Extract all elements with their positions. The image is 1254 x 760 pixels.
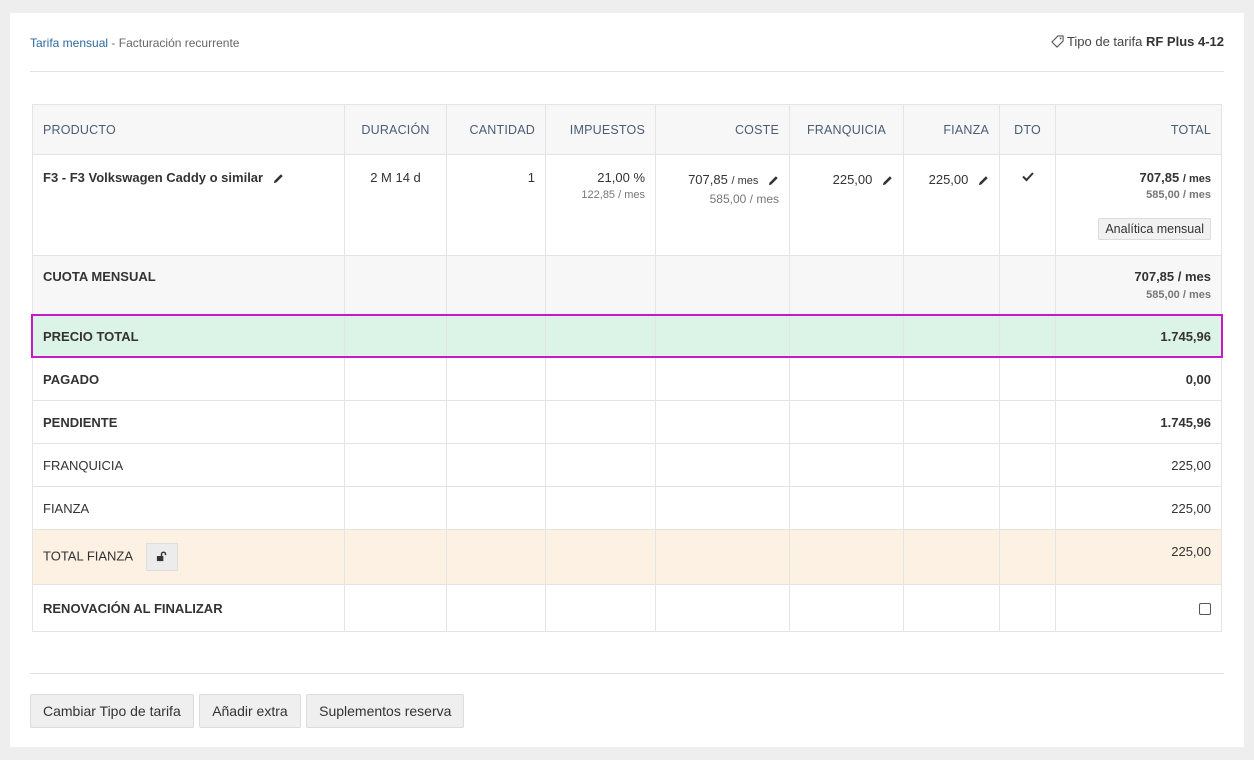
col-header-deposit: FIANZA — [903, 104, 1000, 155]
tag-icon — [1051, 35, 1064, 48]
pendiente-label: PENDIENTE — [32, 400, 345, 444]
pencil-icon[interactable] — [768, 175, 779, 186]
cuota-total: 707,85 / mes — [1134, 269, 1211, 284]
total-fianza-label: TOTAL FIANZA — [43, 548, 133, 564]
pencil-icon[interactable] — [882, 175, 893, 186]
divider-bottom — [30, 673, 1224, 674]
franchise-value: 225,00 — [832, 172, 873, 187]
taxes-cell: 21,00 % 122,85 / mes — [545, 154, 656, 256]
cuota-label: CUOTA MENSUAL — [32, 255, 345, 315]
franchise-cell: 225,00 — [789, 154, 904, 256]
precio-total-value: 1.745,96 — [1055, 314, 1222, 358]
tariff-type-label: Tipo de tarifa — [1066, 34, 1143, 49]
tariff-type: Tipo de tarifa RF Plus 4-12 — [1051, 34, 1224, 50]
col-header-duration: DURACIÓN — [344, 104, 447, 155]
total-fianza-cell: TOTAL FIANZA — [32, 529, 345, 585]
fianza-value: 225,00 — [1055, 486, 1222, 530]
total-net: 585,00 / mes — [1146, 189, 1211, 201]
fianza-label: FIANZA — [32, 486, 345, 530]
total-cell: 707,85 / mes 585,00 / mes Analítica mens… — [1055, 154, 1222, 256]
table-header-row: PRODUCTO DURACIÓN CANTIDAD IMPUESTOS COS… — [32, 104, 1222, 155]
pendiente-value: 1.745,96 — [1055, 400, 1222, 444]
supplements-button[interactable]: Suplementos reserva — [306, 694, 465, 728]
franquicia-value: 225,00 — [1055, 443, 1222, 487]
tax-monthly: 122,85 / mes — [581, 189, 645, 201]
table-row-franquicia: FRANQUICIA 225,00 — [32, 443, 1222, 487]
tariff-table: PRODUCTO DURACIÓN CANTIDAD IMPUESTOS COS… — [32, 104, 1222, 632]
unlock-button[interactable] — [145, 543, 178, 571]
product-name: F3 - F3 Volkswagen Caddy o similar — [43, 170, 264, 185]
billing-type: Facturación recurrente — [118, 36, 240, 50]
pagado-label: PAGADO — [32, 357, 345, 401]
tariff-type-value: RF Plus 4-12 — [1145, 34, 1224, 49]
unlock-icon — [157, 551, 167, 562]
pencil-icon[interactable] — [273, 173, 284, 184]
panel: Tarifa mensual - Facturación recurrente … — [10, 13, 1244, 747]
renovacion-label: RENOVACIÓN AL FINALIZAR — [32, 584, 345, 632]
cost-value: 707,85 — [688, 172, 728, 187]
col-header-product: PRODUCTO — [32, 104, 345, 155]
table-row-total-fianza: TOTAL FIANZA 225,00 — [32, 529, 1222, 585]
total-value: 707,85 — [1139, 170, 1180, 185]
col-header-discount: DTO — [999, 104, 1056, 155]
table-row-cuota: CUOTA MENSUAL 707,85 / mes 585,00 / mes — [32, 255, 1222, 315]
add-extra-button[interactable]: Añadir extra — [199, 694, 301, 728]
col-header-total: TOTAL — [1055, 104, 1222, 155]
duration-cell: 2 M 14 d — [344, 154, 447, 256]
table-row-product: F3 - F3 Volkswagen Caddy o similar 2 M 1… — [32, 154, 1222, 256]
col-header-quantity: CANTIDAD — [446, 104, 546, 155]
deposit-cell: 225,00 — [903, 154, 1000, 256]
cuota-total-net: 585,00 / mes — [1146, 289, 1211, 301]
table-row-precio-total: PRECIO TOTAL 1.745,96 — [32, 314, 1222, 358]
deposit-value: 225,00 — [928, 172, 969, 187]
renovacion-cell — [1055, 584, 1222, 632]
discount-cell — [999, 154, 1056, 256]
quantity-cell: 1 — [446, 154, 546, 256]
total-unit: / mes — [1182, 173, 1211, 185]
header-separator: - — [111, 36, 116, 50]
tariff-header: Tarifa mensual - Facturación recurrente … — [30, 34, 1224, 51]
pencil-icon[interactable] — [978, 175, 989, 186]
cost-unit: / mes — [731, 175, 759, 187]
divider-top — [30, 71, 1224, 72]
table-row-renovacion: RENOVACIÓN AL FINALIZAR — [32, 584, 1222, 632]
franquicia-label: FRANQUICIA — [32, 443, 345, 487]
table-row-fianza: FIANZA 225,00 — [32, 486, 1222, 530]
table-row-pendiente: PENDIENTE 1.745,96 — [32, 400, 1222, 444]
pagado-value: 0,00 — [1055, 357, 1222, 401]
change-tariff-button[interactable]: Cambiar Tipo de tarifa — [30, 694, 194, 728]
tariff-link[interactable]: Tarifa mensual — [30, 36, 108, 50]
tax-percent: 21,00 % — [597, 170, 645, 185]
footer-actions: Cambiar Tipo de tarifa Añadir extra Supl… — [30, 694, 465, 728]
total-fianza-value: 225,00 — [1055, 529, 1222, 585]
cuota-total-cell: 707,85 / mes 585,00 / mes — [1055, 255, 1222, 315]
table-row-pagado: PAGADO 0,00 — [32, 357, 1222, 401]
col-header-taxes: IMPUESTOS — [545, 104, 656, 155]
cost-net: 585,00 / mes — [709, 192, 779, 206]
analytics-monthly-button[interactable]: Analítica mensual — [1098, 218, 1211, 240]
cost-cell: 707,85 / mes 585,00 / mes — [655, 154, 790, 256]
col-header-cost: COSTE — [655, 104, 790, 155]
check-icon — [1021, 172, 1034, 182]
product-cell: F3 - F3 Volkswagen Caddy o similar — [32, 154, 345, 256]
renovacion-checkbox[interactable] — [1199, 603, 1211, 616]
precio-total-label: PRECIO TOTAL — [32, 314, 345, 358]
col-header-franchise: FRANQUICIA — [789, 104, 904, 155]
